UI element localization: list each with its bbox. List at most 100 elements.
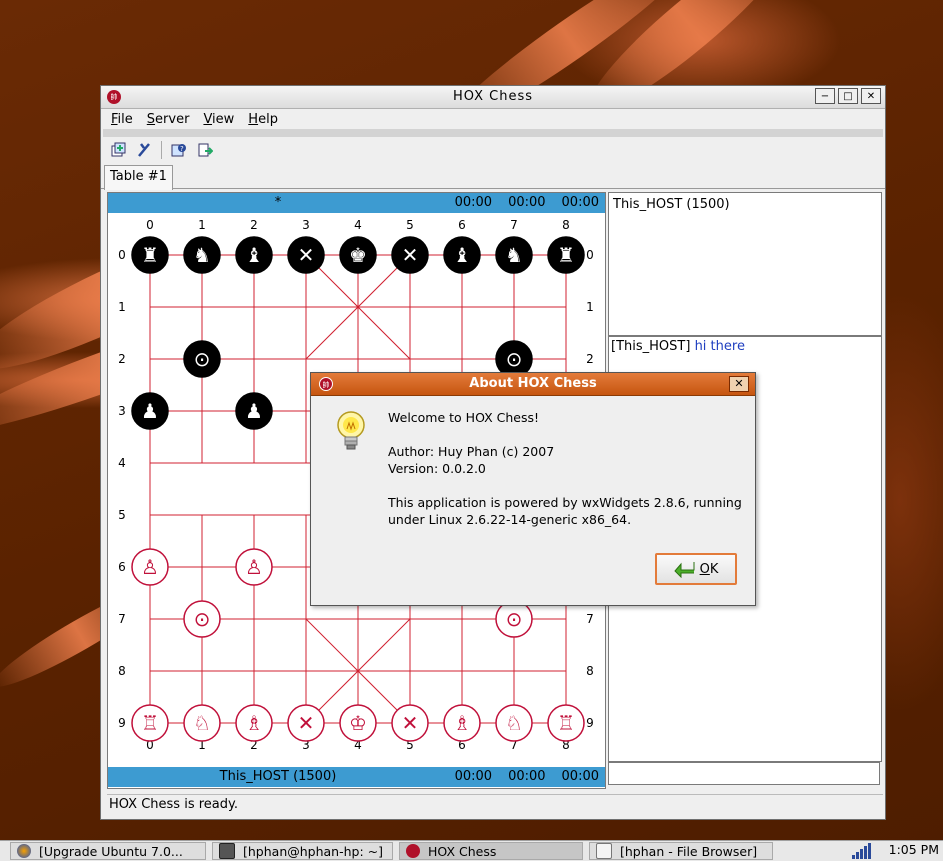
- toolbar: ?: [101, 137, 885, 163]
- red-advisor-icon[interactable]: ✕: [391, 704, 429, 742]
- terminal-icon: [219, 843, 235, 859]
- player-entry[interactable]: This_HOST (1500): [609, 193, 881, 216]
- red-cannon-icon[interactable]: ⊙: [495, 600, 533, 638]
- svg-text:♖: ♖: [557, 711, 575, 735]
- svg-text:?: ?: [180, 145, 184, 153]
- black-horse-icon[interactable]: ♞: [495, 236, 533, 274]
- ok-button[interactable]: OK: [655, 553, 737, 585]
- black-pawn-icon[interactable]: ♟: [131, 392, 169, 430]
- row-label-left: 6: [118, 560, 126, 574]
- window-titlebar[interactable]: 帥 HOX Chess − □ ✕: [101, 86, 885, 109]
- black-advisor-icon[interactable]: ✕: [391, 236, 429, 274]
- svg-text:♚: ♚: [349, 243, 367, 267]
- close-button[interactable]: ✕: [861, 88, 881, 104]
- black-rook-icon[interactable]: ♜: [131, 236, 169, 274]
- file-browser-icon: [596, 843, 612, 859]
- bottom-timer-move: 00:00: [508, 769, 546, 784]
- svg-text:♞: ♞: [505, 243, 523, 267]
- tab-table-1[interactable]: Table #1: [104, 165, 173, 190]
- black-cannon-icon[interactable]: ⊙: [183, 340, 221, 378]
- svg-text:♙: ♙: [141, 555, 159, 579]
- menu-file[interactable]: File: [111, 112, 133, 127]
- svg-text:♘: ♘: [505, 711, 523, 735]
- menubar: File Server View Help: [101, 109, 885, 129]
- taskbar-item-label: [Upgrade Ubuntu 7.0...: [39, 843, 183, 859]
- top-player-bar: * 00:00 00:00 00:00: [108, 193, 605, 213]
- chat-sender: [This_HOST]: [611, 339, 691, 354]
- svg-text:⊙: ⊙: [506, 607, 523, 631]
- red-elephant-icon[interactable]: ♗: [443, 704, 481, 742]
- menu-help[interactable]: Help: [248, 112, 278, 127]
- about-powered-line1: This application is powered by wxWidgets…: [388, 495, 742, 510]
- about-dialog-titlebar[interactable]: 帥 About HOX Chess ✕: [311, 373, 755, 396]
- row-label-left: 8: [118, 664, 126, 678]
- column-label-top: 4: [354, 218, 362, 232]
- row-label-left: 0: [118, 248, 126, 262]
- row-label-left: 5: [118, 508, 126, 522]
- minimize-button[interactable]: −: [815, 88, 835, 104]
- taskbar-item-label: [hphan@hphan-hp: ~]: [243, 843, 384, 859]
- svg-text:♝: ♝: [245, 243, 263, 267]
- red-king-icon[interactable]: ♔: [339, 704, 377, 742]
- taskbar-item-terminal[interactable]: [hphan@hphan-hp: ~]: [212, 842, 393, 860]
- svg-text:♖: ♖: [141, 711, 159, 735]
- help-icon[interactable]: ?: [170, 141, 188, 159]
- about-version: Version: 0.0.2.0: [388, 461, 486, 476]
- red-rook-icon[interactable]: ♖: [131, 704, 169, 742]
- svg-text:♝: ♝: [453, 243, 471, 267]
- column-label-top: 1: [198, 218, 206, 232]
- row-label-left: 2: [118, 352, 126, 366]
- black-rook-icon[interactable]: ♜: [547, 236, 585, 274]
- menu-server[interactable]: Server: [147, 112, 190, 127]
- red-cannon-icon[interactable]: ⊙: [183, 600, 221, 638]
- about-dialog: 帥 About HOX Chess ✕ Welcome to HOX Chess…: [310, 372, 756, 606]
- chat-message: hi there: [694, 339, 745, 354]
- bottom-timer-free: 00:00: [561, 769, 599, 784]
- black-elephant-icon[interactable]: ♝: [443, 236, 481, 274]
- taskbar-item-file-browser[interactable]: [hphan - File Browser]: [589, 842, 773, 860]
- about-dialog-title: About HOX Chess: [469, 376, 597, 391]
- black-advisor-icon[interactable]: ✕: [287, 236, 325, 274]
- about-text: Welcome to HOX Chess! Author: Huy Phan (…: [388, 409, 742, 528]
- black-horse-icon[interactable]: ♞: [183, 236, 221, 274]
- firefox-icon: [17, 844, 31, 858]
- open-table-icon[interactable]: [109, 141, 127, 159]
- row-label-left: 9: [118, 716, 126, 730]
- red-elephant-icon[interactable]: ♗: [235, 704, 273, 742]
- black-pawn-icon[interactable]: ♟: [235, 392, 273, 430]
- black-king-icon[interactable]: ♚: [339, 236, 377, 274]
- clock[interactable]: 1:05 PM: [889, 842, 939, 857]
- red-rook-icon[interactable]: ♖: [547, 704, 585, 742]
- svg-text:♞: ♞: [193, 243, 211, 267]
- svg-text:♙: ♙: [245, 555, 263, 579]
- row-label-right: 1: [586, 300, 594, 314]
- taskbar: [Upgrade Ubuntu 7.0... [hphan@hphan-hp: …: [0, 840, 943, 861]
- top-timer-game: 00:00: [454, 195, 493, 210]
- column-label-top: 5: [406, 218, 414, 232]
- svg-text:✕: ✕: [298, 711, 315, 735]
- export-icon[interactable]: [196, 141, 214, 159]
- svg-text:⊙: ⊙: [506, 347, 523, 371]
- ok-button-label: OK: [699, 561, 719, 577]
- close-table-icon[interactable]: [135, 141, 153, 159]
- black-elephant-icon[interactable]: ♝: [235, 236, 273, 274]
- maximize-button[interactable]: □: [838, 88, 858, 104]
- menu-view[interactable]: View: [203, 112, 234, 127]
- chat-input[interactable]: [608, 762, 880, 785]
- about-close-button[interactable]: ✕: [729, 376, 749, 392]
- red-horse-icon[interactable]: ♘: [495, 704, 533, 742]
- red-pawn-icon[interactable]: ♙: [235, 548, 273, 586]
- taskbar-item-label: HOX Chess: [428, 843, 497, 859]
- red-pawn-icon[interactable]: ♙: [131, 548, 169, 586]
- network-icon[interactable]: [852, 843, 871, 859]
- red-advisor-icon[interactable]: ✕: [287, 704, 325, 742]
- menu-separator: [103, 129, 883, 137]
- top-player-label: *: [274, 195, 282, 210]
- svg-text:♟: ♟: [141, 399, 159, 423]
- top-timer-free: 00:00: [561, 195, 599, 210]
- red-horse-icon[interactable]: ♘: [183, 704, 221, 742]
- taskbar-item-hox-chess[interactable]: HOX Chess: [399, 842, 583, 860]
- taskbar-item-upgrade-ubuntu[interactable]: [Upgrade Ubuntu 7.0...: [10, 842, 206, 860]
- column-label-top: 7: [510, 218, 518, 232]
- svg-text:✕: ✕: [402, 243, 419, 267]
